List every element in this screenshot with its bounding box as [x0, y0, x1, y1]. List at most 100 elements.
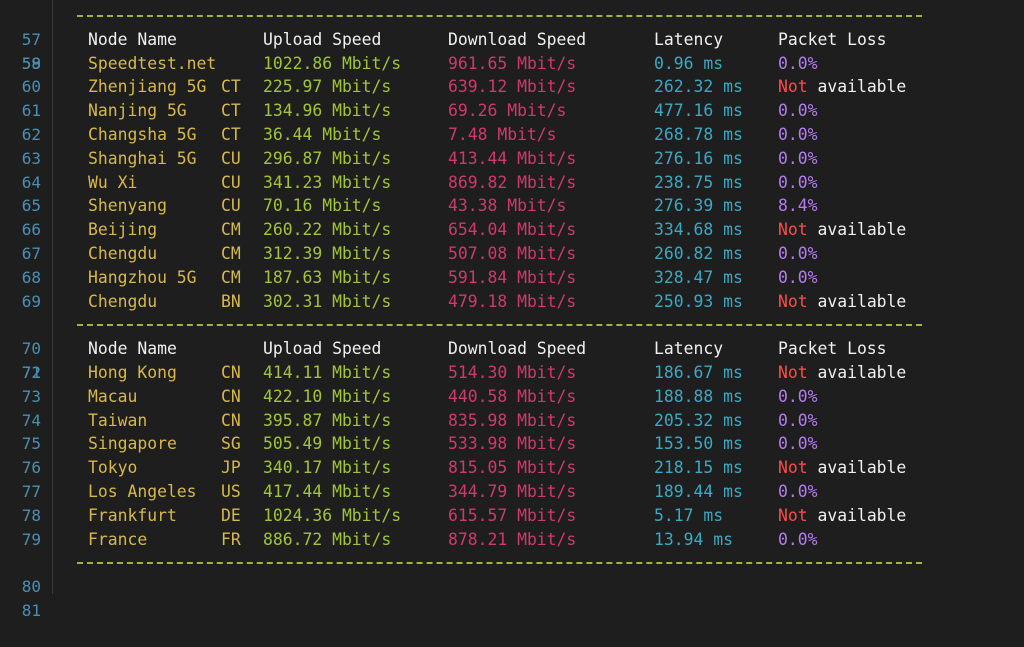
upload-speed: 1022.86 Mbit/s — [263, 53, 402, 73]
carrier-code: CT — [221, 124, 241, 144]
packet-loss: 0.0% — [778, 243, 818, 263]
line-number: 65 — [21, 196, 41, 216]
carrier-code: SG — [221, 434, 241, 454]
node-name: Shanghai 5G — [88, 148, 197, 168]
packet-loss: 0.0% — [778, 101, 818, 121]
packet-loss: Not available — [778, 77, 907, 97]
line-number: 69 — [21, 291, 41, 311]
latency: 0.96 ms — [654, 53, 724, 73]
latency: 205.32 ms — [654, 410, 743, 430]
line-number: 61 — [21, 101, 41, 121]
line-number: 59 — [21, 53, 41, 73]
packet-loss: 0.0% — [778, 53, 818, 73]
table-row: 66 Beijing CM 260.22 Mbit/s 654.04 Mbit/s 334… — [0, 218, 1024, 242]
code-editor[interactable]: 57 58 Node Name Upload Speed Download Sp… — [0, 0, 1024, 620]
table-header-row: 71 Node Name Upload Speed Download Speed… — [0, 337, 1024, 382]
carrier-code: CU — [221, 196, 241, 216]
table-row: 67 Chengdu CM 312.39 Mbit/s 507.08 Mbit/s 260… — [0, 242, 1024, 266]
latency: 260.82 ms — [654, 243, 743, 263]
latency: 250.93 ms — [654, 291, 743, 311]
download-speed: 533.98 Mbit/s — [448, 434, 577, 454]
carrier-code: CU — [221, 172, 241, 192]
empty-line: 81 — [0, 575, 1024, 620]
download-speed: 835.98 Mbit/s — [448, 410, 577, 430]
download-speed: 413.44 Mbit/s — [448, 148, 577, 168]
download-speed: 654.04 Mbit/s — [448, 220, 577, 240]
table-row: 65 Shenyang CU 70.16 Mbit/s 43.38 Mbit/s 276.… — [0, 194, 1024, 218]
upload-speed: 395.87 Mbit/s — [263, 410, 392, 430]
upload-speed: 414.11 Mbit/s — [263, 362, 392, 382]
upload-speed: 296.87 Mbit/s — [263, 148, 392, 168]
line-number: 66 — [21, 220, 41, 240]
packet-loss: Not available — [778, 220, 907, 240]
table-row: 68 Hangzhou 5G CM 187.63 Mbit/s 591.84 Mbit/… — [0, 266, 1024, 290]
download-speed: 591.84 Mbit/s — [448, 267, 577, 287]
table-row: 79 France FR 886.72 Mbit/s 878.21 Mbit/s 13.9… — [0, 528, 1024, 552]
download-speed: 344.79 Mbit/s — [448, 481, 577, 501]
table-row: 69 Chengdu BN 302.31 Mbit/s 479.18 Mbit/s 250… — [0, 290, 1024, 314]
download-speed: 961.65 Mbit/s — [448, 53, 577, 73]
line-number: 79 — [21, 529, 41, 549]
download-speed: 514.30 Mbit/s — [448, 362, 577, 382]
separator-line: 80 — [0, 551, 1024, 596]
table-row: 63 Shanghai 5G CU 296.87 Mbit/s 413.44 Mbit/… — [0, 147, 1024, 171]
carrier-code: CM — [221, 267, 241, 287]
latency: 218.15 ms — [654, 458, 743, 478]
upload-speed: 134.96 Mbit/s — [263, 101, 392, 121]
line-number: 64 — [21, 172, 41, 192]
table-row: 78 Frankfurt DE 1024.36 Mbit/s 615.57 Mbit/s… — [0, 504, 1024, 528]
upload-speed: 1024.36 Mbit/s — [263, 505, 402, 525]
download-speed: 507.08 Mbit/s — [448, 243, 577, 263]
download-speed: 43.38 Mbit/s — [448, 196, 567, 216]
editor-content[interactable]: 57 58 Node Name Upload Speed Download Sp… — [0, 4, 1024, 620]
upload-speed: 260.22 Mbit/s — [263, 220, 392, 240]
latency: 189.44 ms — [654, 481, 743, 501]
node-name: Singapore — [88, 434, 177, 454]
line-number: 74 — [21, 410, 41, 430]
carrier-code: CN — [221, 386, 241, 406]
download-speed: 815.05 Mbit/s — [448, 458, 577, 478]
upload-speed: 505.49 Mbit/s — [263, 434, 392, 454]
latency: 262.32 ms — [654, 77, 743, 97]
upload-speed: 36.44 Mbit/s — [263, 124, 382, 144]
download-speed: 615.57 Mbit/s — [448, 505, 577, 525]
header-node-name: Node Name — [88, 29, 177, 49]
latency: 188.88 ms — [654, 386, 743, 406]
separator-line: 57 — [0, 4, 1024, 49]
table-row: 60 Zhenjiang 5G CT 225.97 Mbit/s 639.12 Mbit… — [0, 75, 1024, 99]
upload-speed: 312.39 Mbit/s — [263, 243, 392, 263]
packet-loss: Not available — [778, 291, 907, 311]
download-speed: 869.82 Mbit/s — [448, 172, 577, 192]
node-name: Beijing — [88, 220, 158, 240]
download-speed: 7.48 Mbit/s — [448, 124, 557, 144]
node-name: Chengdu — [88, 243, 158, 263]
download-speed: 639.12 Mbit/s — [448, 77, 577, 97]
node-name: Chengdu — [88, 291, 158, 311]
upload-speed: 422.10 Mbit/s — [263, 386, 392, 406]
latency: 334.68 ms — [654, 220, 743, 240]
upload-speed: 225.97 Mbit/s — [263, 77, 392, 97]
node-name: Hong Kong — [88, 362, 177, 382]
carrier-code: JP — [221, 458, 241, 478]
carrier-code: CM — [221, 243, 241, 263]
line-number: 60 — [21, 77, 41, 97]
line-number: 77 — [21, 481, 41, 501]
line-number: 78 — [21, 505, 41, 525]
table-row: 74 Taiwan CN 395.87 Mbit/s 835.98 Mbit/s 205.… — [0, 409, 1024, 433]
latency: 276.39 ms — [654, 196, 743, 216]
table2-body: 72 Hong Kong CN 414.11 Mbit/s 514.30 Mbit/s 1… — [0, 361, 1024, 551]
dashed-separator — [77, 324, 922, 327]
node-name: Los Angeles — [88, 481, 197, 501]
upload-speed: 341.23 Mbit/s — [263, 172, 392, 192]
packet-loss: Not available — [778, 505, 907, 525]
line-number: 75 — [21, 434, 41, 454]
node-name: Taiwan — [88, 410, 148, 430]
latency: 238.75 ms — [654, 172, 743, 192]
node-name: Zhenjiang 5G — [88, 77, 207, 97]
node-name: Nanjing 5G — [88, 101, 187, 121]
download-speed: 69.26 Mbit/s — [448, 101, 567, 121]
header-packet-loss: Packet Loss — [778, 29, 887, 49]
packet-loss: Not available — [778, 458, 907, 478]
node-name: France — [88, 529, 148, 549]
line-number: 72 — [21, 362, 41, 382]
